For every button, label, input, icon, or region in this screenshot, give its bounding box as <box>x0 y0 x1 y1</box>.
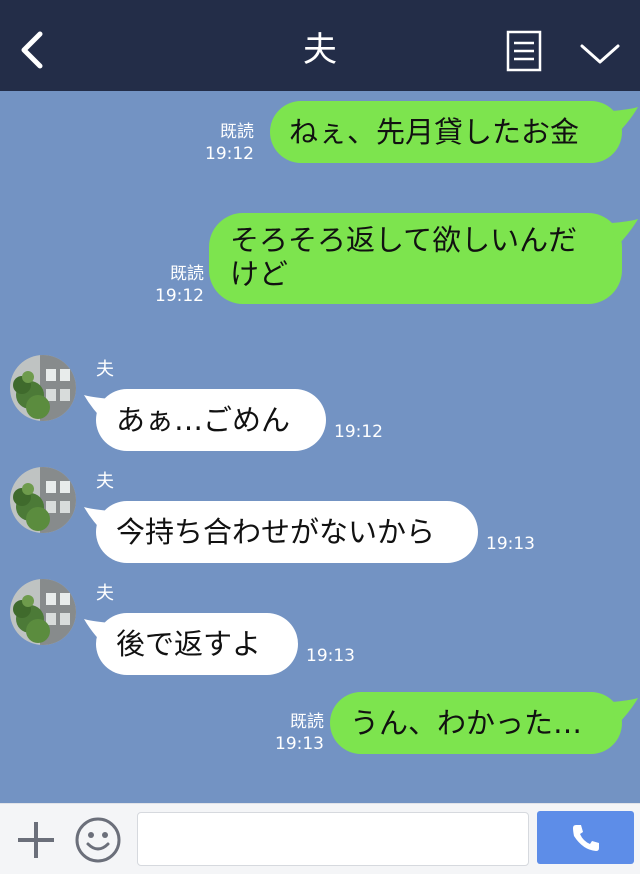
incoming-message[interactable]: 今持ち合わせがないから <box>96 501 478 563</box>
chat-title: 夫 <box>303 30 337 70</box>
message-text: 後で返すよ <box>116 627 262 661</box>
avatar[interactable] <box>10 467 76 533</box>
message-time: 19:12 <box>205 144 254 164</box>
call-button[interactable] <box>537 811 634 864</box>
read-label: 既読 <box>290 712 324 732</box>
sender-name: 夫 <box>96 471 114 492</box>
chat-header: 夫 <box>0 0 640 91</box>
sender-name: 夫 <box>96 359 114 380</box>
message-text: そろそろ返して欲しいんだ <box>230 223 578 257</box>
bubble-tail <box>612 219 638 247</box>
message-time: 19:12 <box>155 286 204 306</box>
message-time: 19:12 <box>334 422 383 442</box>
message-text: 今持ち合わせがないから <box>116 515 436 549</box>
message-text: ねぇ、先月貸したお金 <box>289 115 580 149</box>
avatar[interactable] <box>10 579 76 645</box>
message-time: 19:13 <box>306 646 355 666</box>
outgoing-message[interactable]: ねぇ、先月貸したお金 <box>270 101 622 163</box>
smile-icon[interactable] <box>74 816 122 864</box>
incoming-message[interactable]: 後で返すよ <box>96 613 298 675</box>
outgoing-message[interactable]: そろそろ返して欲しいんだ けど <box>209 213 622 304</box>
message-text: けど <box>230 257 289 291</box>
incoming-message[interactable]: あぁ…ごめん <box>96 389 326 451</box>
message-time: 19:13 <box>486 534 535 554</box>
read-status: 既読 19:12 <box>200 121 254 165</box>
message-text: あぁ…ごめん <box>116 403 291 437</box>
chevron-down-icon[interactable] <box>578 38 622 68</box>
read-label: 既読 <box>220 122 254 142</box>
plus-icon[interactable] <box>16 820 56 860</box>
avatar[interactable] <box>10 355 76 421</box>
message-text: うん、わかった… <box>350 706 583 740</box>
read-status: 既読 19:12 <box>140 263 204 307</box>
phone-icon <box>573 825 599 851</box>
outgoing-message[interactable]: うん、わかった… <box>330 692 622 754</box>
message-input[interactable] <box>137 812 529 866</box>
bubble-tail <box>612 107 638 135</box>
message-list: 既読 19:12 ねぇ、先月貸したお金 既読 19:12 そろそろ返して欲しいん… <box>0 91 640 803</box>
note-icon[interactable] <box>506 30 542 72</box>
read-label: 既読 <box>170 264 204 284</box>
message-time: 19:13 <box>275 734 324 754</box>
read-status: 既読 19:13 <box>266 711 324 755</box>
input-bar <box>0 803 640 874</box>
bubble-tail <box>612 698 638 726</box>
sender-name: 夫 <box>96 583 114 604</box>
